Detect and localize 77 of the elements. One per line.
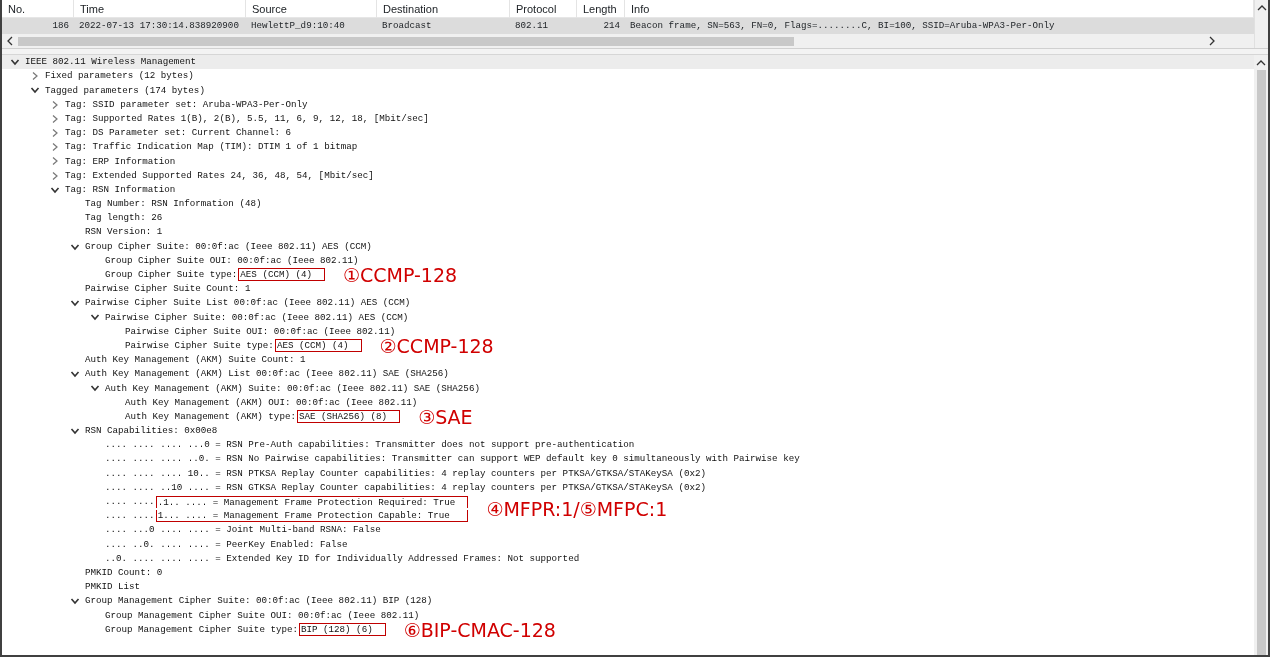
horizontal-scrollbar[interactable] [2, 34, 1254, 48]
tree-item[interactable]: .... .... ..10 .... = RSN GTKSA Replay Counter capabilities: 4 replay counters per PTKSA/GTKSA/STAKeySA (0x2) [105, 480, 706, 495]
table-cell-text: HewlettP_d9:10:40 [250, 19, 346, 33]
chevron-right-icon[interactable] [50, 128, 60, 139]
chevron-down-icon[interactable] [90, 383, 100, 394]
chevron-down-icon[interactable] [10, 57, 20, 68]
chevron-right-icon[interactable] [50, 156, 60, 167]
scroll-up-icon[interactable] [1256, 59, 1266, 66]
vertical-scrollbar[interactable] [1254, 0, 1268, 48]
tree-item[interactable]: .... ...0 .... .... = Joint Multi-band RSNA: False [105, 523, 381, 538]
tree-item[interactable]: Pairwise Cipher Suite type: [125, 338, 274, 353]
table-cell-text: 802.11 [514, 19, 550, 33]
table-cell-text: 2022-07-13 17:30:14.838920900 [78, 19, 240, 33]
highlighted-value: 1... .... = Management Frame Protection Capable: True [155, 510, 469, 523]
chevron-right-icon[interactable] [50, 170, 60, 181]
tree-item[interactable]: Auth Key Management (AKM) Suite Count: 1 [85, 353, 306, 367]
table-cell-text: Broadcast [381, 19, 433, 33]
tree-item[interactable]: Tag: RSN Information [65, 182, 176, 197]
tree-item[interactable]: RSN Capabilities: 0x00e8 [85, 424, 218, 438]
tree-item[interactable]: .... .... .... 10.. = RSN PTKSA Replay Counter capabilities: 4 replay counters per PTKSA/GTKSA/STAKeySA (0x2) [105, 466, 706, 481]
chevron-down-icon[interactable] [70, 298, 80, 309]
packet-row[interactable]: 186 2022-07-13 17:30:14.838920900 HewlettP_d9:10:40 Broadcast 802.11 214 Beacon frame, SN=563, FN=0, Flags=........C, BI=100, SSID=Aruba-WPA3-Per-Only [2, 18, 1254, 34]
chevron-down-icon[interactable] [70, 596, 80, 607]
table-cell-text: 214 [602, 19, 621, 33]
tree-item[interactable]: PMKID Count: 0 [85, 565, 163, 580]
tree-item[interactable]: RSN Version: 1 [85, 225, 163, 240]
tree-item[interactable]: Group Cipher Suite: 00:0f:ac (Ieee 802.11) AES (CCM) [85, 239, 372, 254]
tree-item[interactable]: .... .... .... ...0 = RSN Pre-Auth capabilities: Transmitter does not support pre-authentication [105, 438, 635, 453]
annotation-label: ③SAE [418, 406, 473, 427]
tree-item[interactable]: .... .... .... ..0. = RSN No Pairwise capabilities: Transmitter can support WEP default key 0 simultaneously with Pairwise key [105, 452, 800, 467]
tree-item[interactable]: Tag length: 26 [85, 211, 163, 226]
tree-item[interactable]: Auth Key Management (AKM) List 00:0f:ac (Ieee 802.11) SAE (SHA256) [85, 367, 449, 382]
tree-item[interactable]: .... .... [105, 509, 155, 523]
scroll-up-icon[interactable] [1256, 4, 1267, 11]
chevron-down-icon[interactable] [30, 85, 40, 96]
tree-item[interactable]: Tag: Extended Supported Rates 24, 36, 48, 54, [Mbit/sec] [65, 168, 374, 183]
tree-item[interactable]: Fixed parameters (12 bytes) [45, 69, 194, 84]
highlighted-value: .1.. .... = Management Frame Protection Required: True [155, 495, 469, 508]
tree-item[interactable]: PMKID List [85, 580, 141, 594]
chevron-down-icon[interactable] [70, 369, 80, 380]
annotation-label: ④MFPR:1/⑤MFPC:1 [486, 498, 668, 519]
tree-item[interactable]: .... ..0. .... .... = PeerKey Enabled: False [105, 537, 348, 552]
tree-item[interactable]: Tag Number: RSN Information (48) [85, 197, 262, 211]
highlighted-value: SAE (SHA256) (8) [296, 410, 401, 424]
tree-item[interactable]: Pairwise Cipher Suite List 00:0f:ac (Ieee 802.11) AES (CCM) [85, 296, 411, 311]
highlighted-value: AES (CCM) (4) [238, 268, 325, 282]
tree-item[interactable]: Tag: SSID parameter set: Aruba-WPA3-Per-Only [65, 97, 308, 112]
tree-item[interactable]: .... .... [105, 495, 155, 509]
tree-item[interactable]: Auth Key Management (AKM) type: [125, 409, 296, 424]
tree-item[interactable]: Auth Key Management (AKM) Suite: 00:0f:ac (Ieee 802.11) SAE (SHA256) [105, 381, 480, 396]
chevron-down-icon[interactable] [90, 312, 100, 323]
chevron-right-icon[interactable] [50, 142, 60, 153]
scrollbar-thumb[interactable] [18, 36, 795, 46]
tree-item[interactable]: Tag: Traffic Indication Map (TIM): DTIM 1 of 1 bitmap [65, 140, 358, 155]
chevron-right-icon[interactable] [30, 71, 40, 82]
table-cell-text: 186 [51, 19, 70, 33]
tree-item[interactable]: IEEE 802.11 Wireless Management [25, 55, 196, 69]
tree-item[interactable]: Group Management Cipher Suite type: [105, 622, 298, 637]
chevron-right-icon[interactable] [50, 99, 60, 110]
tree-item[interactable]: Tag: Supported Rates 1(B), 2(B), 5.5, 11, 6, 9, 12, 18, [Mbit/sec] [65, 111, 429, 126]
tree-item[interactable]: Group Management Cipher Suite: 00:0f:ac (Ieee 802.11) BIP (128) [85, 594, 433, 609]
tree-item[interactable]: Pairwise Cipher Suite: 00:0f:ac (Ieee 802.11) AES (CCM) [105, 310, 409, 325]
tree-item[interactable]: Pairwise Cipher Suite Count: 1 [85, 282, 251, 296]
tree-item[interactable]: Auth Key Management (AKM) OUI: 00:0f:ac (Ieee 802.11) [125, 395, 418, 410]
scroll-left-icon[interactable] [6, 36, 14, 46]
scroll-right-icon[interactable] [1208, 36, 1216, 46]
vertical-scrollbar[interactable] [1254, 55, 1268, 655]
tree-item[interactable]: Tagged parameters (174 bytes) [45, 83, 205, 98]
tree-item[interactable]: Group Cipher Suite type: [105, 268, 238, 282]
table-cell-text: Beacon frame, SN=563, FN=0, Flags=........C, BI=100, SSID=Aruba-WPA3-Per-Only [629, 19, 1056, 33]
highlighted-value: BIP (128) (6) [299, 623, 386, 637]
scrollbar-thumb[interactable] [1256, 70, 1266, 655]
chevron-right-icon[interactable] [50, 113, 60, 124]
tree-item[interactable]: Tag: ERP Information [65, 154, 176, 169]
tree-item[interactable]: Tag: DS Parameter set: Current Channel: 6 [65, 126, 292, 140]
highlighted-value: AES (CCM) (4) [274, 339, 362, 353]
tree-item[interactable]: ..0. .... .... .... = Extended Key ID for Individually Addressed Frames: Not supported [105, 551, 580, 566]
